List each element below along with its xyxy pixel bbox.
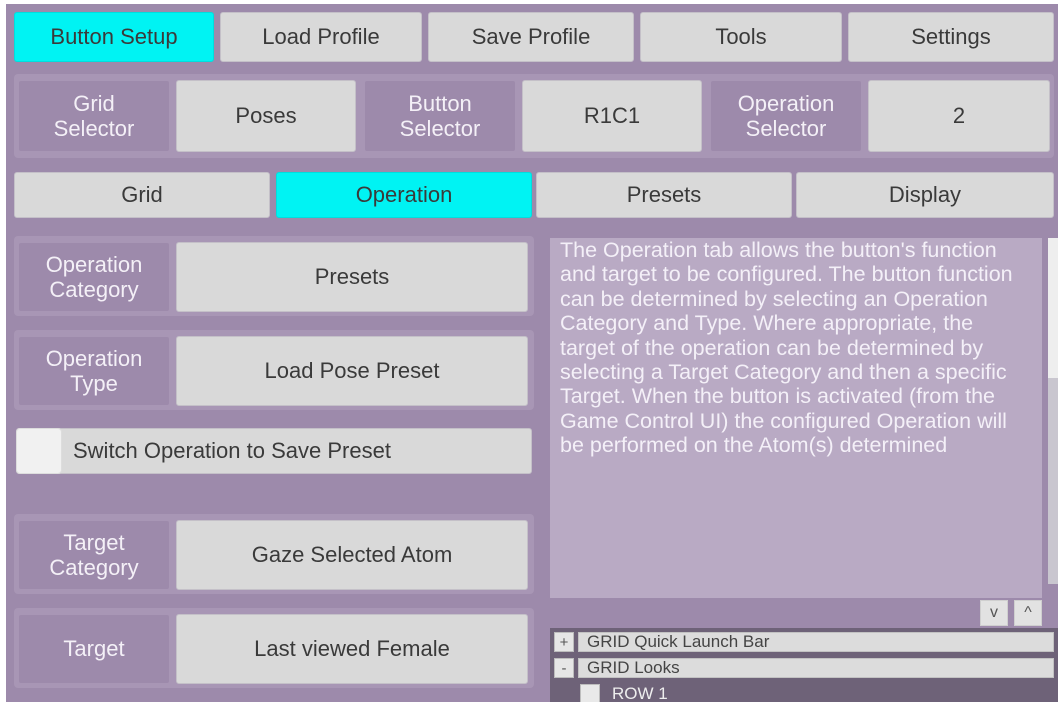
collapse-icon[interactable]: - (554, 658, 574, 678)
game-control-panel: Button Setup Load Profile Save Profile T… (6, 4, 1058, 702)
button-selector-button[interactable]: R1C1 (522, 80, 702, 152)
tab-load-profile[interactable]: Load Profile (220, 12, 422, 62)
help-scrollbar-thumb[interactable] (1048, 238, 1058, 378)
tree-item[interactable]: + GRID Quick Launch Bar (554, 630, 1058, 654)
subtab-grid[interactable]: Grid (14, 172, 270, 218)
tree-item[interactable]: ROW 1 (580, 682, 1058, 702)
scroll-down-button[interactable]: v (980, 600, 1008, 626)
switch-checkbox[interactable] (16, 428, 62, 474)
expand-icon[interactable]: + (554, 632, 574, 652)
operation-category-label: Operation Category (18, 242, 170, 312)
scroll-up-button[interactable]: ^ (1014, 600, 1042, 626)
target-category-label: Target Category (18, 520, 170, 590)
subtab-presets[interactable]: Presets (536, 172, 792, 218)
target-button[interactable]: Last viewed Female (176, 614, 528, 684)
subtab-operation[interactable]: Operation (276, 172, 532, 218)
subtab-display[interactable]: Display (796, 172, 1054, 218)
screen: Button Setup Load Profile Save Profile T… (0, 0, 1064, 702)
target-category-button[interactable]: Gaze Selected Atom (176, 520, 528, 590)
operation-selector-label: Operation Selector (710, 80, 862, 152)
tab-tools[interactable]: Tools (640, 12, 842, 62)
button-selector-label: Button Selector (364, 80, 516, 152)
help-text-panel: The Operation tab allows the button's fu… (550, 238, 1042, 598)
tree-item[interactable]: - GRID Looks (554, 656, 1058, 680)
grid-selector-button[interactable]: Poses (176, 80, 356, 152)
tab-save-profile[interactable]: Save Profile (428, 12, 634, 62)
operation-category-button[interactable]: Presets (176, 242, 528, 312)
operation-type-label: Operation Type (18, 336, 170, 406)
help-text: The Operation tab allows the button's fu… (560, 238, 1013, 458)
tree-item-label[interactable]: GRID Quick Launch Bar (578, 632, 1054, 652)
target-label: Target (18, 614, 170, 684)
grid-tree-list: + GRID Quick Launch Bar - GRID Looks ROW… (550, 628, 1058, 702)
tab-button-setup[interactable]: Button Setup (14, 12, 214, 62)
operation-type-button[interactable]: Load Pose Preset (176, 336, 528, 406)
checkbox-icon[interactable] (580, 684, 600, 702)
tab-settings[interactable]: Settings (848, 12, 1054, 62)
tree-item-label[interactable]: GRID Looks (578, 658, 1054, 678)
switch-save-preset-toggle[interactable]: Switch Operation to Save Preset (16, 428, 532, 474)
tree-item-label[interactable]: ROW 1 (604, 684, 1058, 702)
operation-selector-button[interactable]: 2 (868, 80, 1050, 152)
grid-selector-label: Grid Selector (18, 80, 170, 152)
help-scrollbar[interactable] (1048, 238, 1058, 584)
